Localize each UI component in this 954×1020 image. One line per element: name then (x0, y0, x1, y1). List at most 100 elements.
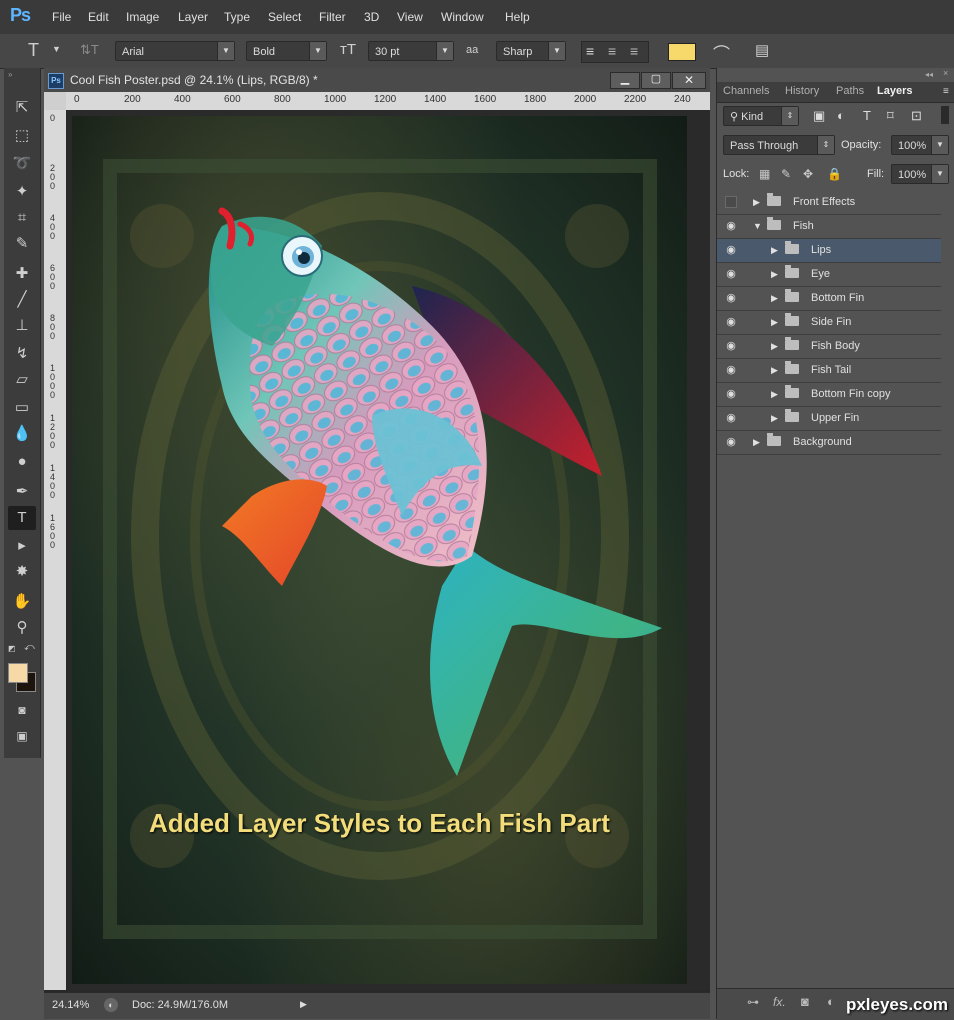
maximize-button[interactable]: ▢ (641, 72, 671, 89)
filter-pixel-icon[interactable]: ▣ (813, 108, 825, 124)
text-color-swatch[interactable] (668, 43, 696, 61)
visibility-toggle[interactable] (725, 196, 737, 208)
eye-icon[interactable]: ◉ (723, 339, 739, 354)
collapsed-arrow-icon[interactable]: ▶ (771, 341, 778, 352)
type-tool-preset-icon[interactable]: T (28, 40, 39, 61)
menu-help[interactable]: Help (505, 10, 530, 24)
layer-row[interactable]: ◉ ▶ Background (717, 431, 941, 455)
collapsed-arrow-icon[interactable]: ▶ (771, 413, 778, 424)
eyedropper-tool-icon[interactable]: ✎ (8, 232, 36, 256)
lock-position-icon[interactable]: ✥ (803, 167, 813, 181)
panel-menu-icon[interactable]: ≡ (943, 86, 949, 97)
adjustment-icon[interactable]: ◐ (827, 994, 835, 1009)
menu-type[interactable]: Type (224, 10, 250, 24)
antialias-select[interactable]: Sharp ▼ (496, 41, 566, 61)
filter-adjustment-icon[interactable]: ◐ (837, 108, 845, 123)
filter-kind-select[interactable]: ⚲ Kind ⇕ (723, 106, 799, 126)
mask-icon[interactable]: ◙ (801, 994, 809, 1009)
swap-colors-icon[interactable]: ⤺ (24, 642, 35, 653)
gradient-tool-icon[interactable]: ▭ (8, 396, 36, 420)
brush-tool-icon[interactable]: ╱ (8, 288, 36, 312)
eraser-tool-icon[interactable]: ▱ (8, 368, 36, 392)
fill-field[interactable]: 100% ▼ (891, 164, 949, 184)
collapsed-arrow-icon[interactable]: ▶ (771, 245, 778, 256)
marquee-tool-icon[interactable]: ⬚ (8, 124, 36, 148)
lock-all-icon[interactable]: 🔒 (827, 167, 842, 181)
blend-mode-select[interactable]: Pass Through ⇕ (723, 135, 835, 155)
layer-row[interactable]: ◉ ▶ Bottom Fin copy (717, 383, 941, 407)
menu-file[interactable]: File (52, 10, 71, 24)
hand-tool-icon[interactable]: ✋ (8, 590, 36, 614)
close-panel-icon[interactable]: × (943, 68, 948, 78)
layer-row[interactable]: ◉ ▼ Fish (717, 215, 941, 239)
tab-layers[interactable]: Layers (877, 85, 912, 97)
crop-tool-icon[interactable]: ⌗ (8, 206, 36, 230)
default-colors-icon[interactable]: ◩ (8, 644, 16, 653)
filter-type-icon[interactable]: T (863, 108, 871, 123)
magic-wand-tool-icon[interactable]: ✦ (8, 180, 36, 204)
align-right-icon[interactable]: ≡ (630, 43, 638, 59)
healing-brush-tool-icon[interactable]: ✚ (8, 262, 36, 286)
screen-mode-icon[interactable]: ▣ (8, 724, 36, 748)
tab-history[interactable]: History (785, 85, 819, 97)
filter-smart-object-icon[interactable]: ⊡ (911, 108, 922, 124)
quick-mask-icon[interactable]: ◙ (8, 698, 36, 722)
lock-image-icon[interactable]: ✎ (781, 167, 791, 181)
preset-dropdown-icon[interactable]: ▼ (52, 44, 61, 54)
font-style-select[interactable]: Bold ▼ (246, 41, 327, 61)
dodge-tool-icon[interactable]: ● (8, 450, 36, 474)
lock-transparent-icon[interactable]: ▦ (759, 167, 770, 181)
filter-toggle[interactable] (941, 106, 949, 124)
zoom-tool-icon[interactable]: ⚲ (8, 616, 36, 640)
layer-row[interactable]: ◉ ▶ Eye (717, 263, 941, 287)
menu-layer[interactable]: Layer (178, 10, 208, 24)
collapsed-arrow-icon[interactable]: ▶ (753, 437, 760, 448)
eye-icon[interactable]: ◉ (723, 219, 739, 234)
align-center-icon[interactable]: ≡ (608, 43, 616, 59)
status-info-icon[interactable]: ◐ (104, 998, 118, 1012)
document-tab[interactable]: Ps Cool Fish Poster.psd @ 24.1% (Lips, R… (44, 68, 710, 93)
filter-shape-icon[interactable]: ⌑ (887, 108, 894, 124)
fx-icon[interactable]: fx. (773, 995, 786, 1009)
eye-icon[interactable]: ◉ (723, 387, 739, 402)
zoom-level[interactable]: 24.14% (52, 999, 89, 1011)
layer-row[interactable]: ◉ ▶ Lips (717, 239, 941, 263)
menu-view[interactable]: View (397, 10, 423, 24)
foreground-color-swatch[interactable] (8, 663, 28, 683)
menu-window[interactable]: Window (441, 10, 484, 24)
menu-select[interactable]: Select (268, 10, 301, 24)
layer-row[interactable]: ◉ ▶ Bottom Fin (717, 287, 941, 311)
menu-3d[interactable]: 3D (364, 10, 379, 24)
collapsed-arrow-icon[interactable]: ▶ (771, 293, 778, 304)
lasso-tool-icon[interactable]: ➰ (8, 152, 36, 176)
eye-icon[interactable]: ◉ (723, 291, 739, 306)
collapse-icon[interactable]: ◂◂ (925, 70, 933, 79)
collapsed-arrow-icon[interactable]: ▶ (771, 317, 778, 328)
font-size-select[interactable]: 30 pt ▼ (368, 41, 454, 61)
pen-tool-icon[interactable]: ✒ (8, 480, 36, 504)
tab-channels[interactable]: Channels (723, 85, 769, 97)
text-orientation-icon[interactable]: ⇅T (80, 42, 99, 58)
ruler-origin[interactable] (44, 92, 66, 110)
expanded-arrow-icon[interactable]: ▼ (753, 221, 762, 231)
layer-row[interactable]: ◉ ▶ Side Fin (717, 311, 941, 335)
character-panel-icon[interactable]: ▤ (755, 41, 769, 59)
link-icon[interactable]: ⊶ (747, 995, 759, 1009)
canvas-area[interactable]: Added Layer Styles to Each Fish Part (66, 110, 710, 990)
eye-icon[interactable]: ◉ (723, 243, 739, 258)
layer-row[interactable]: ▶ Front Effects (717, 191, 941, 215)
tab-paths[interactable]: Paths (836, 85, 864, 97)
type-tool-icon[interactable]: T (8, 506, 36, 530)
close-button[interactable]: ✕ (672, 72, 706, 89)
blur-tool-icon[interactable]: 💧 (8, 422, 36, 446)
menu-image[interactable]: Image (126, 10, 159, 24)
align-left-icon[interactable]: ≡ (586, 43, 594, 59)
font-family-select[interactable]: Arial ▼ (115, 41, 235, 61)
warp-text-icon[interactable]: ⌒ (713, 40, 730, 65)
custom-shape-tool-icon[interactable]: ✸ (8, 560, 36, 584)
menu-filter[interactable]: Filter (319, 10, 346, 24)
eye-icon[interactable]: ◉ (723, 315, 739, 330)
layer-row[interactable]: ◉ ▶ Fish Tail (717, 359, 941, 383)
clone-stamp-tool-icon[interactable]: ⊥ (8, 314, 36, 338)
eye-icon[interactable]: ◉ (723, 363, 739, 378)
